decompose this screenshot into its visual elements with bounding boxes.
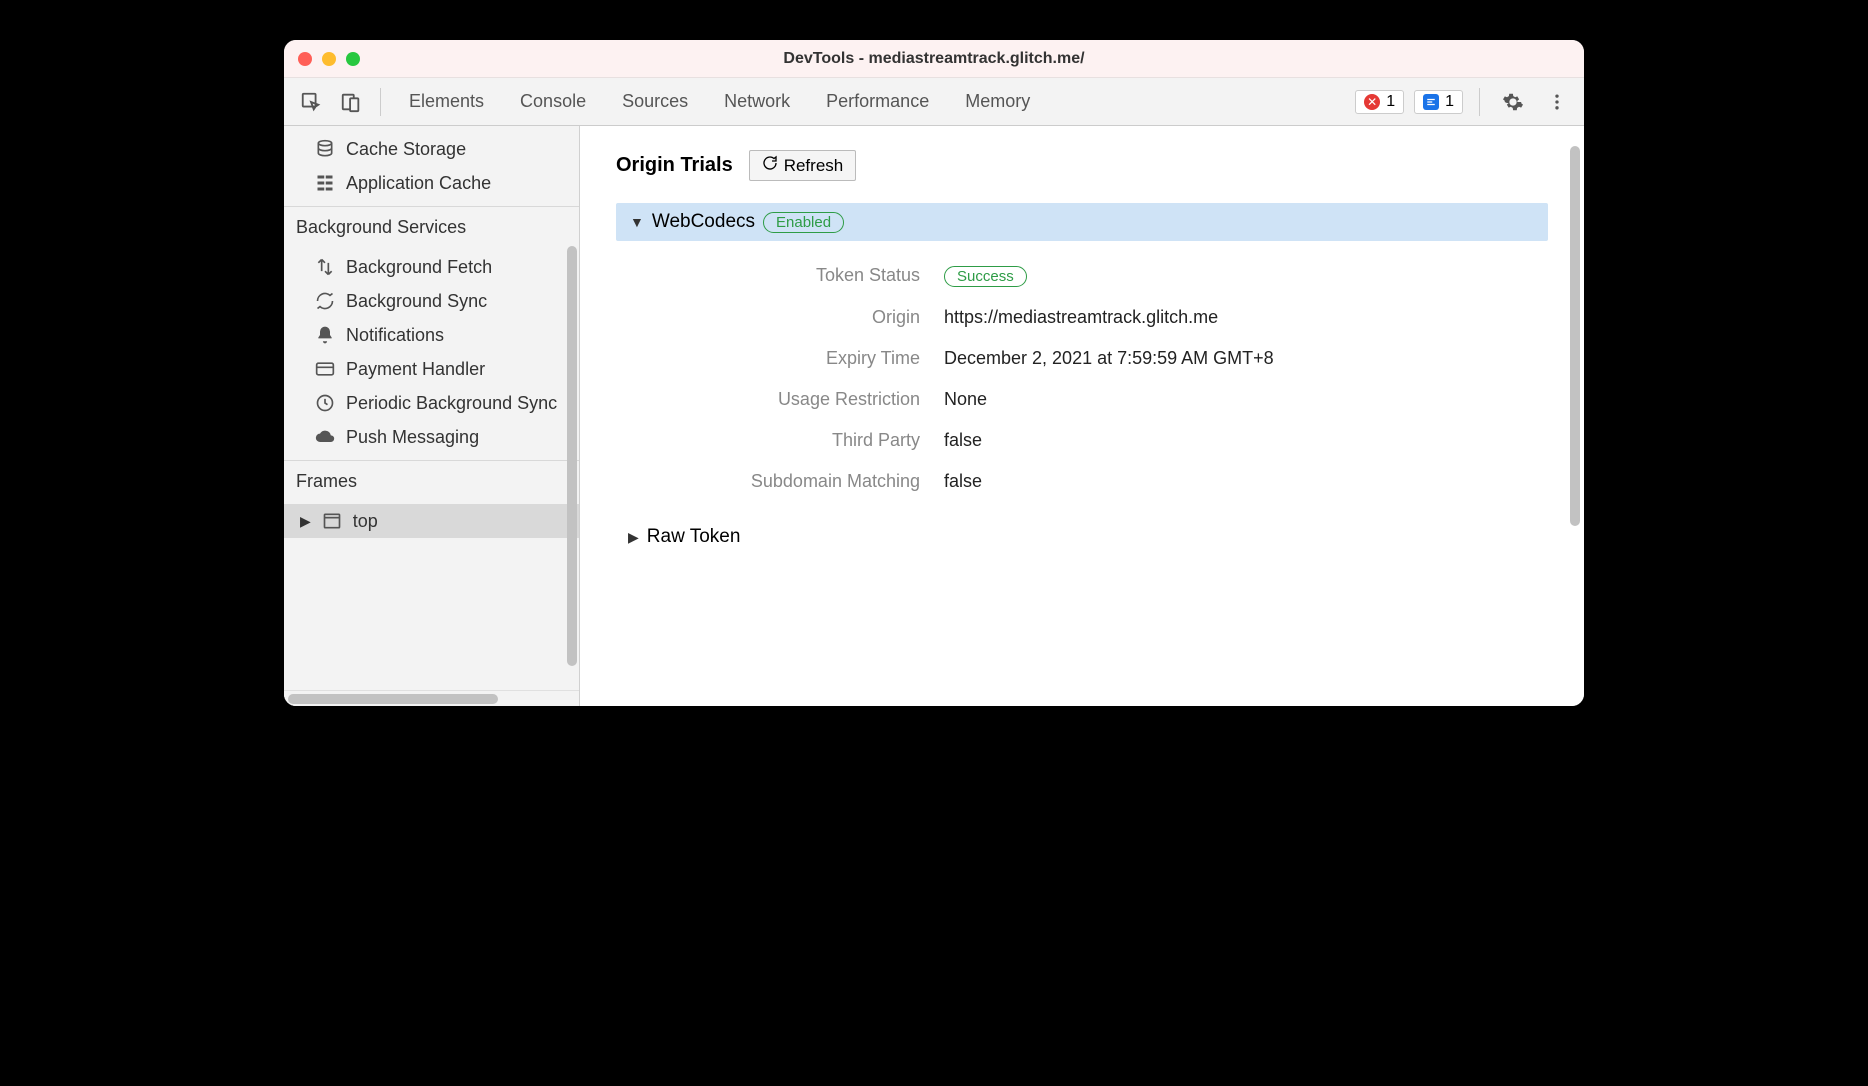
raw-token-label: Raw Token [647, 526, 741, 548]
sidebar-header-frames: Frames [284, 460, 579, 498]
field-value: false [944, 430, 982, 451]
grid-icon [314, 172, 336, 194]
sidebar-item-periodic-background-sync[interactable]: Periodic Background Sync [284, 386, 579, 420]
window-controls [298, 52, 360, 66]
row-third-party: Third Party false [660, 420, 1548, 461]
fullscreen-window-button[interactable] [346, 52, 360, 66]
expand-icon[interactable]: ▶ [300, 513, 311, 530]
main-vertical-scrollbar[interactable] [1570, 146, 1580, 526]
sidebar-vertical-scrollbar[interactable] [567, 246, 577, 666]
window-title: DevTools - mediastreamtrack.glitch.me/ [284, 50, 1584, 68]
sidebar-item-label: top [353, 511, 378, 532]
bell-icon [314, 324, 336, 346]
row-expiry-time: Expiry Time December 2, 2021 at 7:59:59 … [660, 338, 1548, 379]
field-value: false [944, 471, 982, 492]
errors-badge[interactable]: ✕ 1 [1355, 90, 1404, 114]
field-value: None [944, 389, 987, 410]
cloud-icon [314, 426, 336, 448]
sidebar-item-label: Periodic Background Sync [346, 393, 557, 414]
field-label: Origin [660, 307, 920, 328]
separator [1479, 88, 1480, 116]
clock-icon [314, 392, 336, 414]
sidebar-item-label: Push Messaging [346, 427, 479, 448]
sidebar-item-application-cache[interactable]: Application Cache [284, 166, 579, 200]
refresh-label: Refresh [784, 156, 844, 176]
trial-webcodecs-row[interactable]: ▼ WebCodecs Enabled [616, 203, 1548, 241]
tab-network[interactable]: Network [724, 91, 790, 112]
tab-elements[interactable]: Elements [409, 91, 484, 112]
sidebar-item-push-messaging[interactable]: Push Messaging [284, 420, 579, 454]
sync-icon [314, 290, 336, 312]
row-subdomain-matching: Subdomain Matching false [660, 461, 1548, 502]
toolbar-right: ✕ 1 1 [1355, 85, 1574, 119]
tab-memory[interactable]: Memory [965, 91, 1030, 112]
issue-icon [1423, 94, 1439, 110]
close-window-button[interactable] [298, 52, 312, 66]
field-label: Usage Restriction [660, 389, 920, 410]
sidebar-item-payment-handler[interactable]: Payment Handler [284, 352, 579, 386]
tab-sources[interactable]: Sources [622, 91, 688, 112]
field-value: December 2, 2021 at 7:59:59 AM GMT+8 [944, 348, 1274, 369]
sidebar-item-notifications[interactable]: Notifications [284, 318, 579, 352]
origin-trials-heading: Origin Trials [616, 154, 733, 177]
trial-status-pill: Enabled [763, 212, 844, 233]
tab-performance[interactable]: Performance [826, 91, 929, 112]
trial-details-table: Token Status Success Origin https://medi… [660, 255, 1548, 502]
sidebar-item-frame-top[interactable]: ▶ top [284, 504, 579, 538]
error-icon: ✕ [1364, 94, 1380, 110]
sidebar-item-label: Application Cache [346, 173, 491, 194]
sidebar-item-background-fetch[interactable]: Background Fetch [284, 250, 579, 284]
field-value: https://mediastreamtrack.glitch.me [944, 307, 1218, 328]
panel-tabs: Elements Console Sources Network Perform… [409, 91, 1030, 112]
sidebar-item-label: Payment Handler [346, 359, 485, 380]
raw-token-toggle[interactable]: ▶ Raw Token [628, 526, 1548, 548]
content-area: Cache Storage Application Cache Backgrou… [284, 126, 1584, 706]
field-label: Token Status [660, 265, 920, 287]
sidebar-item-background-sync[interactable]: Background Sync [284, 284, 579, 318]
inspect-element-icon[interactable] [294, 85, 328, 119]
device-toolbar-icon[interactable] [334, 85, 368, 119]
settings-icon[interactable] [1496, 85, 1530, 119]
sidebar-item-label: Background Sync [346, 291, 487, 312]
field-label: Third Party [660, 430, 920, 451]
main-toolbar: Elements Console Sources Network Perform… [284, 78, 1584, 126]
sidebar-item-label: Background Fetch [346, 257, 492, 278]
sidebar-header-background-services: Background Services [284, 206, 579, 244]
errors-count: 1 [1386, 93, 1395, 111]
sidebar-horizontal-scrollbar-thumb[interactable] [288, 694, 498, 704]
origin-trials-header: Origin Trials Refresh [616, 150, 1548, 181]
more-options-icon[interactable] [1540, 85, 1574, 119]
devtools-window: DevTools - mediastreamtrack.glitch.me/ E… [284, 40, 1584, 706]
row-origin: Origin https://mediastreamtrack.glitch.m… [660, 297, 1548, 338]
sidebar: Cache Storage Application Cache Backgrou… [284, 126, 580, 706]
tab-console[interactable]: Console [520, 91, 586, 112]
frame-icon [321, 510, 343, 532]
field-label: Subdomain Matching [660, 471, 920, 492]
minimize-window-button[interactable] [322, 52, 336, 66]
trial-name: WebCodecs [652, 211, 755, 233]
token-status-pill: Success [944, 266, 1027, 287]
sidebar-item-label: Notifications [346, 325, 444, 346]
collapse-icon[interactable]: ▼ [630, 214, 644, 230]
titlebar: DevTools - mediastreamtrack.glitch.me/ [284, 40, 1584, 78]
refresh-button[interactable]: Refresh [749, 150, 857, 181]
sidebar-item-cache-storage[interactable]: Cache Storage [284, 132, 579, 166]
separator [380, 88, 381, 116]
sidebar-item-label: Cache Storage [346, 139, 466, 160]
updown-icon [314, 256, 336, 278]
card-icon [314, 358, 336, 380]
expand-icon[interactable]: ▶ [628, 529, 639, 546]
issues-count: 1 [1445, 93, 1454, 111]
database-icon [314, 138, 336, 160]
sidebar-horizontal-scrollbar-track[interactable] [284, 690, 579, 706]
issues-badge[interactable]: 1 [1414, 90, 1463, 114]
row-usage-restriction: Usage Restriction None [660, 379, 1548, 420]
refresh-icon [762, 155, 778, 176]
field-label: Expiry Time [660, 348, 920, 369]
main-panel: Origin Trials Refresh ▼ WebCodecs Enable… [580, 126, 1584, 706]
row-token-status: Token Status Success [660, 255, 1548, 297]
